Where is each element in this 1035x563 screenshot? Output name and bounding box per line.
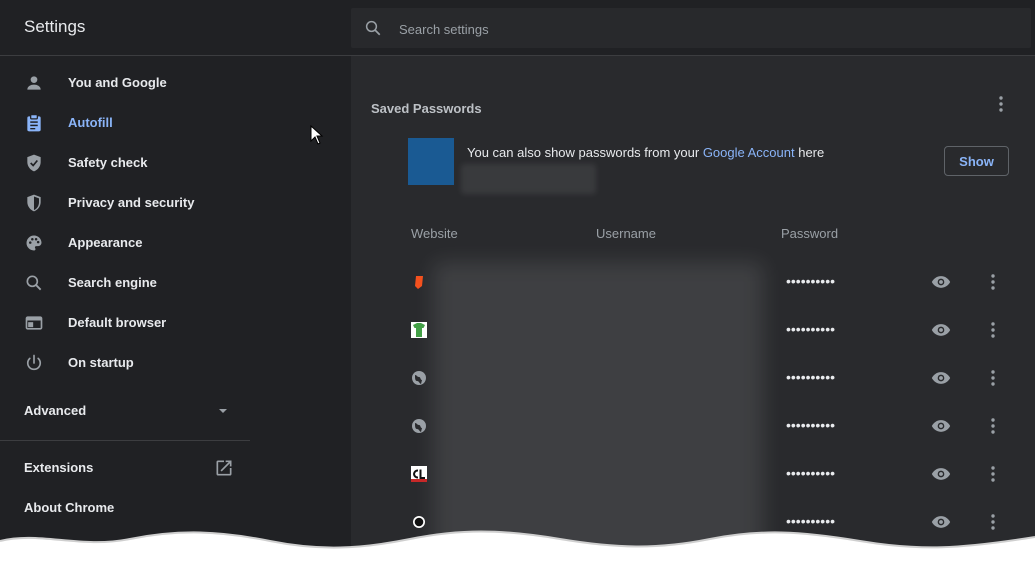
mouse-cursor-icon: [310, 125, 324, 145]
sidebar-advanced-toggle[interactable]: Advanced: [0, 393, 250, 429]
table-row[interactable]: ••••••••••: [351, 354, 1035, 402]
eye-icon[interactable]: [931, 464, 951, 484]
eye-icon[interactable]: [931, 368, 951, 388]
account-message-prefix: You can also show passwords from your: [467, 145, 703, 160]
sidebar-item-label: Privacy and security: [68, 195, 195, 210]
search-input[interactable]: [397, 8, 1001, 50]
sidebar-item-label: Appearance: [68, 235, 143, 250]
password-dots: ••••••••••: [786, 465, 836, 481]
browser-window-icon: [25, 316, 43, 330]
account-avatar: [408, 138, 454, 185]
clipboard-icon: [27, 114, 41, 132]
password-dots: ••••••••••: [786, 417, 836, 433]
more-vert-icon[interactable]: [983, 272, 1003, 292]
open-in-new-icon: [216, 460, 232, 476]
sidebar-item-safety-check[interactable]: Safety check: [0, 145, 250, 181]
search-box[interactable]: [351, 8, 1031, 50]
person-icon: [27, 76, 41, 90]
green-tshirt-favicon: [411, 322, 427, 338]
sidebar-item-label: You and Google: [68, 75, 167, 90]
sidebar: You and Google Autofill Safety check Pri…: [0, 56, 351, 563]
show-button[interactable]: Show: [944, 146, 1009, 176]
globe-icon: [412, 419, 426, 433]
more-vert-icon[interactable]: [983, 368, 1003, 388]
sidebar-item-you-and-google[interactable]: You and Google: [0, 65, 250, 101]
table-row[interactable]: ••••••••••: [351, 306, 1035, 354]
sidebar-item-label: Default browser: [68, 315, 167, 330]
shield-icon: [27, 194, 41, 212]
extensions-label: Extensions: [24, 460, 94, 475]
more-vert-icon[interactable]: [983, 464, 1003, 484]
search-icon: [365, 20, 381, 36]
cl-favicon: [411, 466, 427, 482]
top-bar: Settings: [0, 0, 1035, 56]
palette-icon: [26, 235, 42, 251]
sidebar-item-autofill[interactable]: Autofill: [0, 105, 250, 141]
table-row[interactable]: ••••••••••: [351, 450, 1035, 498]
more-vert-icon[interactable]: [983, 320, 1003, 340]
column-header-website: Website: [411, 226, 458, 241]
eye-icon[interactable]: [931, 416, 951, 436]
caret-down-icon: [219, 409, 227, 413]
sidebar-item-extensions[interactable]: Extensions: [0, 450, 250, 486]
redacted-account-email: [461, 164, 596, 194]
table-row[interactable]: ••••••••••: [351, 402, 1035, 450]
torn-edge-decoration: [0, 530, 1035, 563]
sidebar-item-label: Safety check: [68, 155, 148, 170]
saved-passwords-card: Saved Passwords You can also show passwo…: [351, 86, 1035, 563]
sidebar-item-search-engine[interactable]: Search engine: [0, 265, 250, 301]
search-icon: [26, 275, 42, 291]
eye-icon[interactable]: [931, 272, 951, 292]
sidebar-item-default-browser[interactable]: Default browser: [0, 305, 250, 341]
sidebar-item-label: Search engine: [68, 275, 157, 290]
more-vert-icon[interactable]: [991, 94, 1011, 114]
sidebar-item-label: Autofill: [68, 115, 113, 130]
card-title: Saved Passwords: [371, 101, 482, 116]
account-message-suffix: here: [794, 145, 825, 160]
column-header-username: Username: [596, 226, 656, 241]
sidebar-item-appearance[interactable]: Appearance: [0, 225, 250, 261]
shield-check-icon: [27, 154, 41, 172]
about-chrome-label: About Chrome: [24, 500, 115, 515]
google-account-link[interactable]: Google Account: [703, 145, 795, 160]
password-dots: ••••••••••: [786, 273, 836, 289]
column-header-password: Password: [781, 226, 839, 241]
password-dots: ••••••••••: [786, 369, 836, 385]
password-dots: ••••••••••: [786, 321, 836, 337]
table-row[interactable]: ••••••••••: [351, 258, 1035, 306]
app-title: Settings: [24, 17, 86, 36]
orange-shield-favicon: [415, 276, 423, 289]
more-vert-icon[interactable]: [983, 416, 1003, 436]
sidebar-item-privacy-and-security[interactable]: Privacy and security: [0, 185, 250, 221]
sidebar-item-about-chrome[interactable]: About Chrome: [0, 490, 250, 526]
sidebar-divider: [0, 440, 250, 441]
eye-icon[interactable]: [931, 320, 951, 340]
sidebar-item-on-startup[interactable]: On startup: [0, 345, 250, 381]
power-icon: [26, 354, 42, 371]
account-message: You can also show passwords from your Go…: [467, 145, 824, 160]
sidebar-item-label: On startup: [68, 355, 134, 370]
globe-icon: [412, 371, 426, 385]
advanced-label: Advanced: [24, 403, 87, 418]
